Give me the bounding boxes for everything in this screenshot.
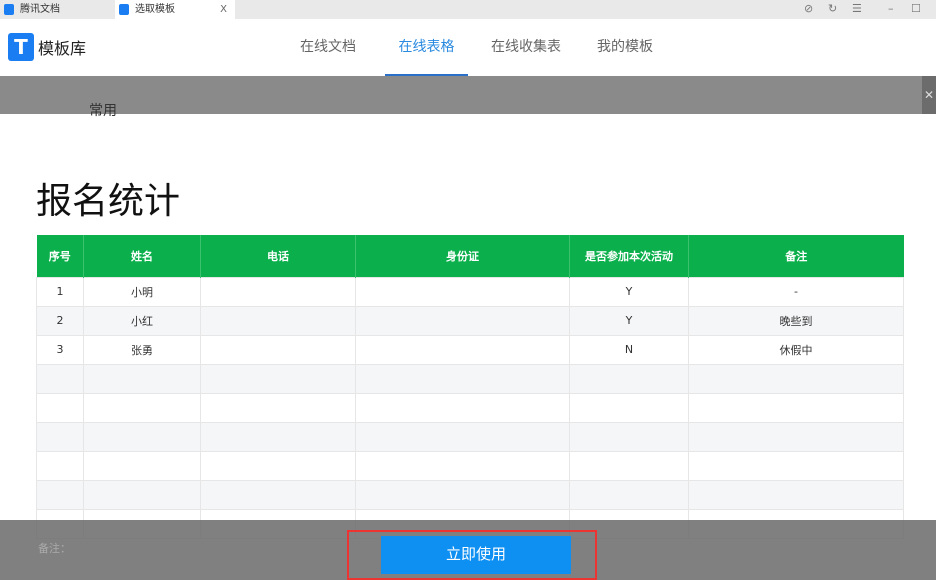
col-header: 是否参加本次活动	[570, 235, 689, 277]
table-cell[interactable]	[689, 393, 904, 422]
brand[interactable]: T模板库	[8, 33, 86, 61]
table-cell[interactable]: 休假中	[689, 335, 904, 364]
col-header: 序号	[37, 235, 84, 277]
table-cell[interactable]	[84, 364, 201, 393]
table-cell[interactable]	[570, 364, 689, 393]
table-cell[interactable]	[570, 451, 689, 480]
table-cell[interactable]	[201, 422, 356, 451]
redacted-cell[interactable]	[201, 335, 356, 364]
tab-label: 选取模板	[135, 0, 175, 19]
table-row	[37, 451, 904, 480]
close-preview-icon[interactable]: ✕	[922, 76, 936, 114]
col-header: 姓名	[84, 235, 201, 277]
table-cell[interactable]	[37, 364, 84, 393]
tab-select-template[interactable]: 选取模板 X	[115, 0, 235, 19]
brand-label: 模板库	[38, 35, 86, 59]
table-cell[interactable]	[570, 480, 689, 509]
table-cell[interactable]	[84, 393, 201, 422]
nav-online-docs[interactable]: 在线文档	[300, 19, 356, 76]
table-cell[interactable]	[201, 364, 356, 393]
table-cell[interactable]	[84, 451, 201, 480]
table-cell[interactable]: 3	[37, 335, 84, 364]
maximize-icon[interactable]: ☐	[911, 2, 921, 15]
close-tab-icon[interactable]: X	[220, 0, 227, 19]
table-cell[interactable]	[356, 480, 570, 509]
docs-logo-icon	[4, 4, 14, 15]
table-cell[interactable]	[570, 393, 689, 422]
table-cell[interactable]	[689, 364, 904, 393]
table-cell[interactable]	[37, 480, 84, 509]
table-cell[interactable]	[356, 451, 570, 480]
category-label: 常用	[89, 100, 117, 120]
redacted-cell[interactable]	[356, 335, 570, 364]
table-cell[interactable]	[84, 422, 201, 451]
refresh-icon[interactable]: ↻	[828, 2, 837, 15]
table-cell[interactable]: 晚些到	[689, 306, 904, 335]
nav-my-templates[interactable]: 我的模板	[597, 19, 653, 76]
table-cell[interactable]	[37, 393, 84, 422]
table-cell[interactable]: 张勇	[84, 335, 201, 364]
app-header: T模板库 在线文档 在线表格 在线收集表 我的模板	[0, 19, 936, 76]
logo-icon: T	[8, 33, 34, 61]
nav-online-forms[interactable]: 在线收集表	[491, 19, 561, 76]
use-template-button[interactable]: 立即使用	[381, 536, 571, 574]
table-cell[interactable]	[689, 480, 904, 509]
note-label: 备注：	[38, 540, 71, 556]
table-cell[interactable]: -	[689, 277, 904, 306]
table-cell[interactable]	[689, 422, 904, 451]
table-cell[interactable]: Y	[570, 277, 689, 306]
tab-label: 腾讯文档	[20, 0, 60, 19]
table-cell[interactable]: 1	[37, 277, 84, 306]
table-row: 1小明 Y-	[37, 277, 904, 306]
table-cell[interactable]	[356, 393, 570, 422]
template-table: 序号 姓名 电话 身份证 是否参加本次活动 备注 1小明Y-2小红Y晚些到3张勇…	[36, 235, 904, 539]
table-row	[37, 480, 904, 509]
table-cell[interactable]: N	[570, 335, 689, 364]
tab-tencent-docs[interactable]: 腾讯文档	[0, 0, 120, 19]
nav-online-sheets[interactable]: 在线表格	[385, 19, 468, 76]
col-header: 身份证	[356, 235, 570, 277]
table-cell[interactable]	[37, 451, 84, 480]
col-header: 备注	[689, 235, 904, 277]
redacted-cell[interactable]	[356, 277, 570, 306]
redacted-cell[interactable]	[201, 277, 356, 306]
table-row	[37, 393, 904, 422]
redacted-cell[interactable]	[201, 306, 356, 335]
browser-tab-bar: 腾讯文档 选取模板 X ⊘ ↻ ☰ – ☐	[0, 0, 936, 19]
table-cell[interactable]	[689, 451, 904, 480]
minimize-icon[interactable]: –	[888, 2, 894, 15]
table-row	[37, 422, 904, 451]
table-cell[interactable]: 小红	[84, 306, 201, 335]
docs-logo-icon	[119, 4, 129, 15]
table-row: 3张勇 N休假中	[37, 335, 904, 364]
table-cell[interactable]	[84, 480, 201, 509]
table-cell[interactable]: 小明	[84, 277, 201, 306]
table-cell[interactable]	[201, 393, 356, 422]
table-cell[interactable]	[37, 422, 84, 451]
table-cell[interactable]	[356, 422, 570, 451]
table-row: 2小红 Y晚些到	[37, 306, 904, 335]
menu-icon[interactable]: ☰	[852, 2, 862, 15]
compass-icon[interactable]: ⊘	[804, 2, 813, 15]
table-cell[interactable]	[201, 451, 356, 480]
redacted-cell[interactable]	[356, 306, 570, 335]
table-cell[interactable]: Y	[570, 306, 689, 335]
table-cell[interactable]	[570, 422, 689, 451]
table-row	[37, 364, 904, 393]
modal-backdrop-bottom: 备注： 立即使用	[0, 520, 936, 580]
table-cell[interactable]: 2	[37, 306, 84, 335]
table-cell[interactable]	[201, 480, 356, 509]
modal-backdrop-top: 常用 ✕	[0, 76, 936, 114]
template-title: 报名统计	[36, 172, 180, 224]
col-header: 电话	[201, 235, 356, 277]
table-cell[interactable]	[356, 364, 570, 393]
